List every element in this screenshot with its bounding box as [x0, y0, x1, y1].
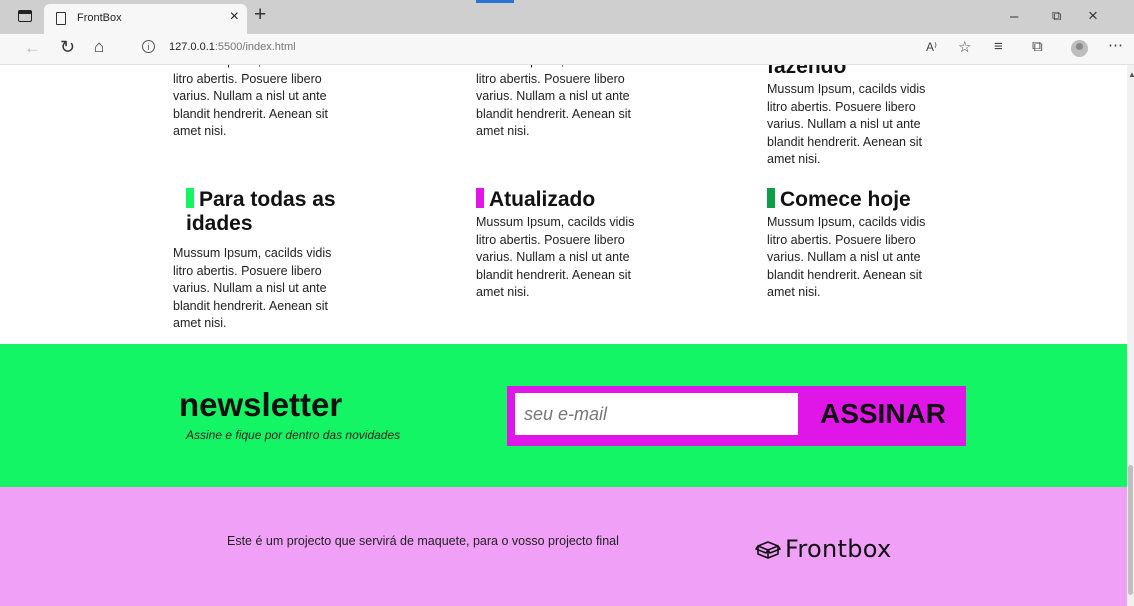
email-input[interactable]: [515, 393, 798, 435]
reload-icon[interactable]: ↻: [60, 37, 75, 58]
feature-card: Atualizado Mussum Ipsum, cacilds vidis l…: [476, 188, 696, 302]
address-bar: ← ↻ ⌂ i 127.0.0.1:5500/index.html A⁾ ☆ ≡…: [0, 34, 1134, 65]
box-logo-icon: [755, 541, 781, 559]
subscribe-button[interactable]: ASSINAR: [807, 391, 959, 437]
newsletter-section: newsletter Assine e fique por dentro das…: [0, 344, 1127, 487]
close-tab-icon[interactable]: ×: [230, 8, 239, 26]
back-icon[interactable]: ←: [24, 38, 41, 58]
page-viewport: Mussum Ipsum, cacilds vidis litro aberti…: [0, 65, 1127, 606]
feature-title: Para todas as idades: [186, 188, 366, 236]
page-icon: [56, 12, 66, 25]
logo-text: Frontbox: [785, 535, 892, 563]
feature-text: Mussum Ipsum, cacilds vidis litro aberti…: [767, 215, 926, 299]
accent-bar: [476, 188, 484, 208]
feature-title-text: Comece hoje: [780, 188, 911, 211]
url-field[interactable]: i 127.0.0.1:5500/index.html: [130, 37, 970, 59]
url-path: :5500/index.html: [214, 41, 296, 53]
home-icon[interactable]: ⌂: [94, 37, 104, 57]
footer-text: Este é um projecto que servirá de maquet…: [227, 534, 619, 548]
favorites-icon[interactable]: ≡: [994, 38, 1003, 55]
feature-text: Mussum Ipsum, cacilds vidis litro aberti…: [173, 246, 332, 330]
url-host: 127.0.0.1: [169, 41, 215, 53]
newsletter-title: newsletter: [179, 386, 343, 423]
collections-icon[interactable]: ⧉: [1032, 38, 1043, 55]
read-aloud-icon[interactable]: A⁾: [926, 40, 937, 54]
newsletter-form: ASSINAR: [507, 386, 966, 446]
tab-bar: FrontBox × + – ⧉ ×: [0, 0, 1134, 34]
feature-title-text: Atualizado: [489, 188, 596, 211]
profile-icon[interactable]: [1071, 40, 1088, 57]
window-menu-icon[interactable]: [18, 10, 32, 22]
url-text[interactable]: 127.0.0.1:5500/index.html: [169, 41, 296, 53]
feature-card: Comece hoje Mussum Ipsum, cacilds vidis …: [767, 188, 987, 302]
feature-text-top-1: Mussum Ipsum, cacilds vidis litro aberti…: [173, 65, 331, 138]
frontbox-logo[interactable]: Frontbox: [755, 535, 892, 563]
tab-frontbox[interactable]: FrontBox ×: [44, 4, 247, 34]
feature-text-top-3: Mussum Ipsum, cacilds vidis litro aberti…: [767, 82, 926, 166]
newsletter-subtitle: Assine e fique por dentro das novidades: [186, 428, 401, 442]
close-window-icon[interactable]: ×: [1088, 6, 1098, 26]
more-icon[interactable]: ⋯: [1108, 36, 1123, 54]
footer: Este é um projecto que servirá de maquet…: [0, 487, 1127, 606]
accent-bar: [767, 188, 775, 208]
scroll-up-icon[interactable]: ▲: [1128, 70, 1134, 79]
feature-title-text: Para todas as idades: [186, 188, 336, 235]
feature-title: Atualizado: [476, 188, 696, 212]
info-icon[interactable]: i: [142, 40, 155, 53]
add-favorite-icon[interactable]: ☆: [958, 38, 971, 56]
restore-icon[interactable]: ⧉: [1052, 8, 1061, 24]
scrollbar-thumb[interactable]: [1128, 465, 1133, 595]
feature-text-top-2: Mussum Ipsum, cacilds vidis litro aberti…: [476, 65, 634, 138]
feature-heading-top-3: fazendo: [767, 65, 847, 78]
feature-card: Para todas as idades: [186, 188, 366, 238]
tab-indicator: [476, 0, 514, 3]
accent-bar: [186, 188, 194, 208]
new-tab-button[interactable]: +: [254, 3, 266, 27]
feature-text: Mussum Ipsum, cacilds vidis litro aberti…: [476, 215, 635, 299]
minimize-icon[interactable]: –: [1010, 8, 1018, 25]
tab-title: FrontBox: [77, 12, 122, 24]
feature-title: Comece hoje: [767, 188, 987, 212]
